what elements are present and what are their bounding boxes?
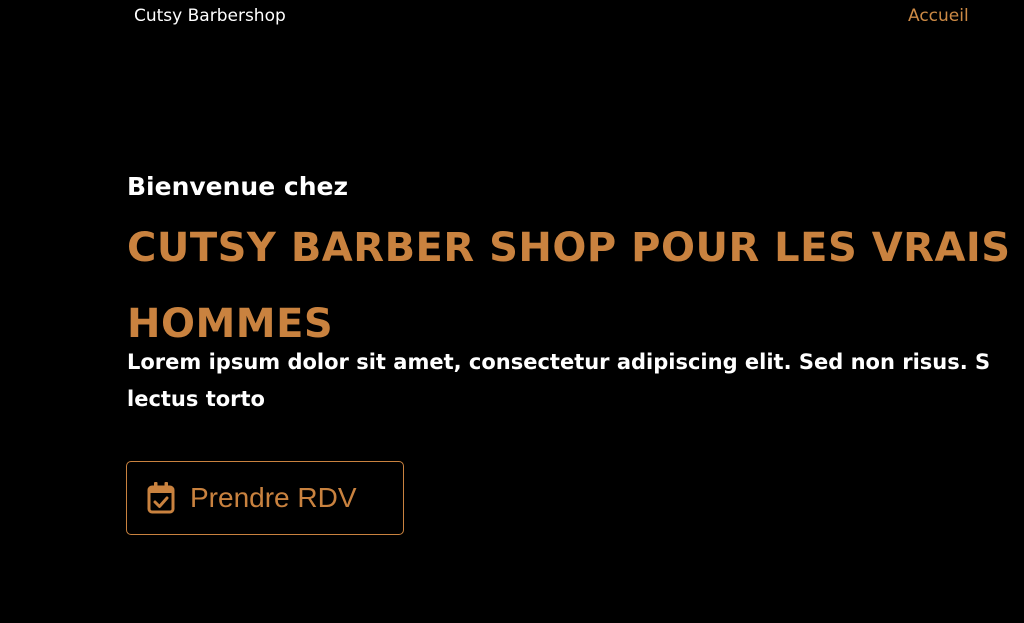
hero-headline: CUTSY BARBER SHOP POUR LES VRAIS HOMMES bbox=[127, 210, 1024, 362]
hero-lead-text: Lorem ipsum dolor sit amet, consectetur … bbox=[127, 344, 1024, 418]
hero-welcome-text: Bienvenue chez bbox=[127, 172, 349, 201]
calendar-check-icon bbox=[146, 481, 176, 515]
book-appointment-button[interactable]: Prendre RDV bbox=[126, 461, 404, 535]
brand-logo-link[interactable]: Cutsy Barbershop bbox=[134, 6, 286, 26]
nav-link-accueil[interactable]: Accueil bbox=[908, 6, 969, 26]
hero-section: Bienvenue chez CUTSY BARBER SHOP POUR LE… bbox=[127, 168, 1024, 418]
hero-lead-line: lectus torto bbox=[127, 387, 265, 411]
hero-headline-line: CUTSY BARBER SHOP POUR LES VRAIS bbox=[127, 225, 1011, 271]
hero-lead-line: Lorem ipsum dolor sit amet, consectetur … bbox=[127, 350, 991, 374]
book-appointment-label: Prendre RDV bbox=[190, 482, 357, 513]
page: Cutsy Barbershop Accueil Bienvenue chez … bbox=[0, 0, 1024, 623]
navbar: Cutsy Barbershop Accueil bbox=[0, 0, 1024, 36]
